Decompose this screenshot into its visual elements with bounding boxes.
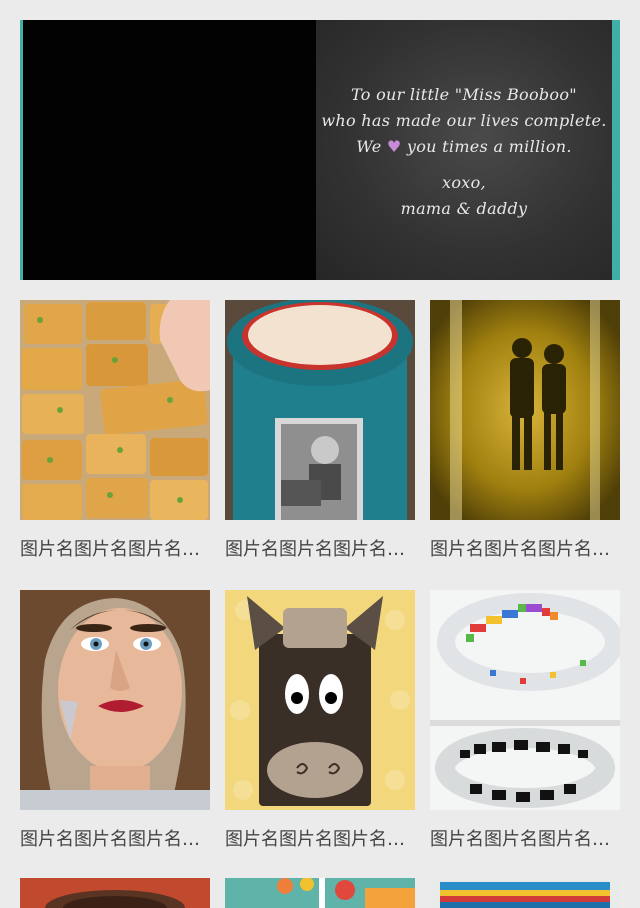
featured-banner-image[interactable]: To our little "Miss Booboo" who has made… <box>20 20 620 280</box>
thumbnail-caption: 图片名图片名图片名图片名 <box>225 539 415 560</box>
thumbnail-caption: 图片名图片名图片名图片名 <box>20 539 210 560</box>
heart-icon: ♥ <box>386 137 402 156</box>
message-line-3: We ♥ you times a million. <box>316 134 612 160</box>
banner-dark-panel <box>23 20 316 280</box>
thumbnail-couple-jar[interactable] <box>430 300 620 520</box>
signoff-line-1: xoxo, <box>442 173 486 192</box>
thumbnail-horse-bag[interactable] <box>225 590 415 810</box>
thumbnail-chocolate-dessert[interactable] <box>20 878 210 908</box>
message-we: We <box>356 137 382 156</box>
signoff-line-2: mama & daddy <box>400 199 528 218</box>
message-line-1: To our little "Miss Booboo" <box>351 85 577 104</box>
chalkboard-message: To our little "Miss Booboo" who has made… <box>316 82 612 222</box>
thumbnail-colorful-craft[interactable] <box>225 878 415 908</box>
thumbnail-pixel-bangles[interactable] <box>430 590 620 810</box>
message-line-3-text: you times a million. <box>406 137 572 156</box>
thumbnail-striped-bangle[interactable] <box>430 878 620 908</box>
image-gallery-page: To our little "Miss Booboo" who has made… <box>0 0 640 908</box>
message-line-2: who has made our lives complete. <box>321 111 607 130</box>
thumbnail-caption: 图片名图片名图片名图片名 <box>430 539 620 560</box>
thumbnail-cheesy-bread[interactable] <box>20 300 210 520</box>
thumbnail-caption: 图片名图片名图片名图片名 <box>225 829 415 850</box>
thumbnail-caption: 图片名图片名图片名图片名 <box>430 829 620 850</box>
thumbnail-portrait[interactable] <box>20 590 210 810</box>
thumbnail-time-capsule[interactable] <box>225 300 415 520</box>
chalkboard-panel: To our little "Miss Booboo" who has made… <box>316 20 612 280</box>
thumbnail-caption: 图片名图片名图片名图片名 <box>20 829 210 850</box>
